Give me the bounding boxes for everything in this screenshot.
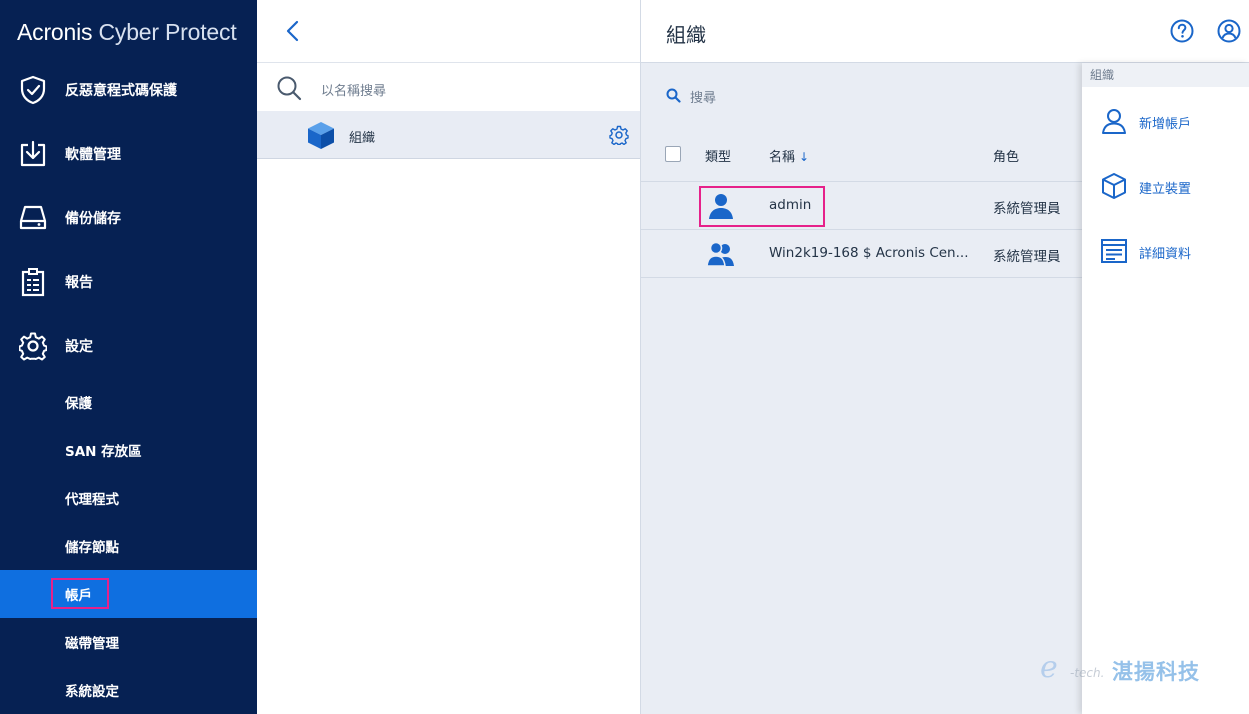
column-header-type[interactable]: 類型 (705, 146, 731, 165)
sidebar-subitem-label: 儲存節點 (65, 540, 119, 556)
add-account-button[interactable]: 新增帳戶 (1082, 101, 1249, 141)
create-device-button[interactable]: 建立裝置 (1082, 166, 1249, 206)
download-tray-icon (20, 140, 46, 167)
highlight-box (699, 186, 825, 227)
sidebar-subitem-label: 系統設定 (65, 684, 119, 700)
gear-icon[interactable] (609, 125, 629, 145)
actions-panel: 組織 新增帳戶 建立裝置 詳細資料 (1082, 63, 1249, 714)
organization-tree-panel: 以名稱搜尋 組織 (257, 0, 641, 714)
sidebar-item-label: 設定 (65, 339, 93, 355)
account-name: Win2k19-168 $ Acronis Cen... (769, 245, 969, 261)
cube-icon (1102, 173, 1126, 199)
column-header-role[interactable]: 角色 (993, 146, 1019, 165)
user-account-icon[interactable] (1217, 19, 1241, 43)
shield-check-icon (20, 75, 46, 105)
account-role: 系統管理員 (993, 201, 1061, 217)
organization-cube-icon (308, 122, 334, 149)
topbar: 組織 (641, 0, 1249, 63)
clipboard-report-icon (21, 268, 45, 297)
sidebar-subitem-label: SAN 存放區 (65, 444, 142, 460)
help-icon[interactable] (1170, 19, 1194, 43)
user-group-icon (706, 241, 734, 267)
sidebar-item-label: 反惡意程式碼保護 (65, 83, 177, 99)
brand-logo: Acronis Cyber Protect (17, 19, 237, 45)
tree-search-input[interactable]: 以名稱搜尋 (321, 80, 386, 99)
sidebar-subitem-label: 保護 (65, 396, 92, 412)
sidebar-subitem-label: 代理程式 (65, 492, 119, 508)
divider (257, 62, 640, 63)
sidebar-item-backup-storage[interactable]: 備份儲存 (0, 190, 257, 246)
sidebar-subitem-system-settings[interactable]: 系統設定 (0, 666, 257, 714)
tree-item-organization[interactable]: 組織 (257, 111, 640, 159)
search-icon[interactable] (276, 75, 302, 101)
storage-drive-icon (19, 205, 47, 230)
back-chevron-icon[interactable] (283, 18, 303, 44)
sidebar-item-label: 報告 (65, 275, 93, 291)
search-icon[interactable] (666, 88, 681, 103)
sidebar-subitem-san-storage[interactable]: SAN 存放區 (0, 426, 257, 474)
sidebar-subitem-accounts[interactable]: 帳戶 (0, 570, 257, 618)
sidebar-subitem-tape-management[interactable]: 磁帶管理 (0, 618, 257, 666)
sidebar: Acronis Cyber Protect 反惡意程式碼保護 軟體管理 備份儲存… (0, 0, 257, 714)
sidebar-subitem-storage-nodes[interactable]: 儲存節點 (0, 522, 257, 570)
accounts-search-input[interactable]: 搜尋 (690, 87, 716, 106)
sidebar-item-label: 備份儲存 (65, 211, 121, 227)
gear-icon (19, 332, 47, 361)
sidebar-item-reports[interactable]: 報告 (0, 254, 257, 310)
watermark-logo: e -tech. 湛揚科技 (1040, 650, 1200, 685)
highlight-box (51, 578, 109, 609)
tree-item-label: 組織 (349, 131, 376, 146)
page-title: 組織 (666, 23, 706, 47)
sidebar-item-antimalware[interactable]: 反惡意程式碼保護 (0, 62, 257, 118)
column-header-name[interactable]: 名稱 ↓ (769, 146, 809, 165)
sidebar-subitem-agents[interactable]: 代理程式 (0, 474, 257, 522)
select-all-checkbox[interactable] (665, 146, 681, 162)
details-list-icon (1101, 239, 1127, 263)
add-user-icon (1102, 109, 1126, 134)
sidebar-subitem-label: 磁帶管理 (65, 636, 119, 652)
details-button[interactable]: 詳細資料 (1082, 231, 1249, 271)
sidebar-item-software-management[interactable]: 軟體管理 (0, 126, 257, 182)
sidebar-item-label: 軟體管理 (65, 147, 121, 163)
sidebar-subitem-protection[interactable]: 保護 (0, 378, 257, 426)
sidebar-item-settings[interactable]: 設定 (0, 318, 257, 374)
actions-panel-title: 組織 (1082, 63, 1249, 87)
account-role: 系統管理員 (993, 249, 1061, 265)
sort-descending-icon: ↓ (799, 150, 810, 164)
